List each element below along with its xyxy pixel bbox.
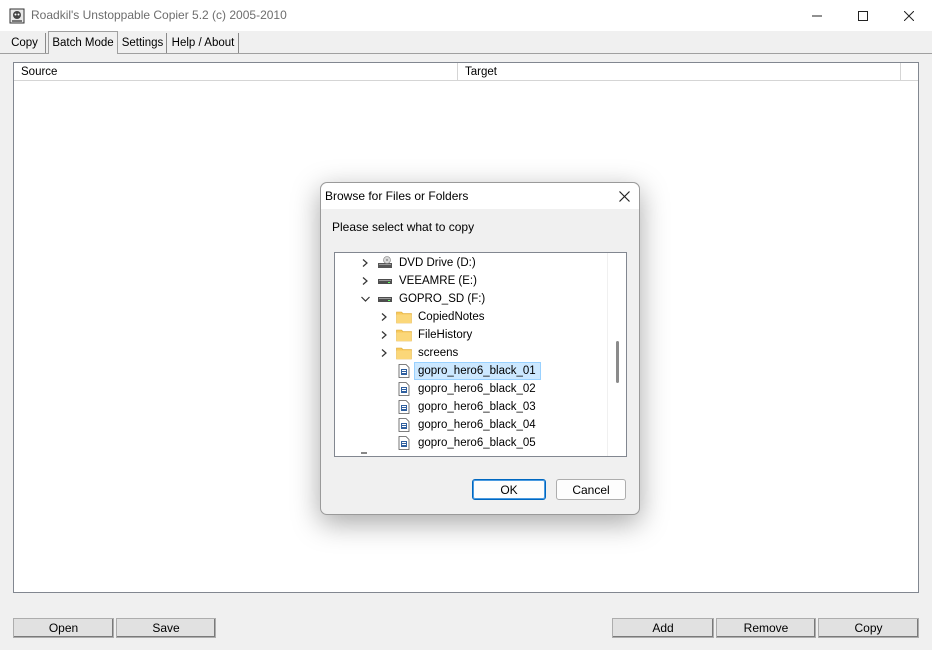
minimize-icon [812,15,822,16]
column-header-target[interactable]: Target [458,63,901,81]
tab-label: Help / About [171,37,235,49]
chevron-down-icon[interactable] [359,293,371,305]
button-label: OK [500,482,518,497]
tree-item-gopro-sd[interactable]: GOPRO_SD (F:) [359,290,490,308]
folder-tree[interactable]: DVD Drive (D:) VEEAMRE (E:) GOPRO_SD (F:… [334,252,627,457]
tree-item-label-wrap: FileHistory [414,326,477,344]
tree-item-label-wrap: gopro_hero6_black_02 [414,380,541,398]
dialog-title-bar: Browse for Files or Folders [321,183,639,209]
tab-copy[interactable]: Copy [4,33,46,53]
tree-scrollbar-thumb[interactable] [616,341,619,383]
column-header-label: Target [465,65,497,78]
folder-icon [396,328,412,342]
app-icon [9,8,25,24]
folder-icon [396,310,412,324]
tree-item-gopro-hero6-black-05[interactable]: gopro_hero6_black_05 [396,434,541,452]
tab-batch-mode[interactable]: Batch Mode [48,31,118,54]
save-button[interactable]: Save [116,618,216,638]
open-button[interactable]: Open [13,618,114,638]
file-icon [396,418,412,432]
browse-dialog: Browse for Files or Folders Please selec… [320,182,640,515]
file-icon [396,364,412,378]
tree-item-label-wrap: GOPRO_SD (F:) [395,290,490,308]
drive-icon [377,292,393,306]
chevron-right-icon[interactable] [378,311,390,323]
column-header-filler [901,63,918,81]
cancel-button[interactable]: Cancel [556,479,626,500]
tree-item-partial [361,452,367,454]
chevron-right-icon[interactable] [378,347,390,359]
button-label: Open [48,621,79,635]
tree-item-label-wrap: gopro_hero6_black_01 [414,362,541,380]
tree-item-label: CopiedNotes [418,311,485,323]
tree-item-dvd-drive[interactable]: DVD Drive (D:) [359,254,481,272]
tab-settings[interactable]: Settings [119,33,167,53]
tree-item-label-wrap: DVD Drive (D:) [395,254,481,272]
tree-item-label-wrap: gopro_hero6_black_05 [414,434,541,452]
tree-item-filehistory[interactable]: FileHistory [378,326,477,344]
remove-button[interactable]: Remove [716,618,816,638]
close-icon [904,10,914,21]
maximize-icon [858,10,868,21]
tree-item-label: gopro_hero6_black_01 [418,365,536,377]
column-header-label: Source [21,65,58,78]
folder-icon [396,346,412,360]
button-label: Add [652,621,674,635]
maximize-button[interactable] [840,0,886,31]
title-bar: Roadkil's Unstoppable Copier 5.2 (c) 200… [0,0,932,31]
drive-icon [377,274,393,288]
button-label: Remove [743,621,789,635]
tree-item-label-wrap: gopro_hero6_black_04 [414,416,541,434]
tree-item-veeamre[interactable]: VEEAMRE (E:) [359,272,482,290]
tree-item-label-wrap: gopro_hero6_black_03 [414,398,541,416]
button-label: Cancel [572,482,610,497]
tree-item-gopro-hero6-black-04[interactable]: gopro_hero6_black_04 [396,416,541,434]
file-icon [396,436,412,450]
tree-item-label-wrap: screens [414,344,463,362]
minimize-button[interactable] [794,0,840,31]
close-button[interactable] [886,0,932,31]
column-header-source[interactable]: Source [14,63,458,81]
tree-item-label: gopro_hero6_black_04 [418,419,536,431]
file-icon [396,382,412,396]
button-label: Copy [854,621,883,635]
chevron-right-icon[interactable] [378,329,390,341]
tree-item-label: VEEAMRE (E:) [399,275,477,287]
tree-item-label-wrap: VEEAMRE (E:) [395,272,482,290]
tree-item-label-wrap: CopiedNotes [414,308,489,326]
tree-item-label: DVD Drive (D:) [399,257,476,269]
tree-item-label: gopro_hero6_black_02 [418,383,536,395]
tree-item-gopro-hero6-black-01[interactable]: gopro_hero6_black_01 [396,362,541,380]
window-title: Roadkil's Unstoppable Copier 5.2 (c) 200… [31,8,287,22]
button-label: Save [152,621,180,635]
dialog-close-button[interactable] [611,185,637,207]
chevron-right-icon[interactable] [359,257,371,269]
dvd-drive-icon [377,256,393,270]
file-icon [396,400,412,414]
dialog-title: Browse for Files or Folders [325,189,469,203]
dialog-prompt: Please select what to copy [332,220,475,234]
tree-item-copiednotes[interactable]: CopiedNotes [378,308,489,326]
add-button[interactable]: Add [612,618,714,638]
tree-item-label: gopro_hero6_black_03 [418,401,536,413]
tree-item-label: GOPRO_SD (F:) [399,293,486,305]
tab-help-about[interactable]: Help / About [168,33,239,53]
tree-item-label: screens [418,347,459,359]
close-icon [618,190,630,202]
tab-label: Copy [11,37,38,49]
chevron-right-icon[interactable] [359,275,371,287]
tree-item-label: gopro_hero6_black_05 [418,437,536,449]
tree-item-gopro-hero6-black-03[interactable]: gopro_hero6_black_03 [396,398,541,416]
ok-button[interactable]: OK [472,479,546,500]
tree-item-gopro-hero6-black-02[interactable]: gopro_hero6_black_02 [396,380,541,398]
tab-label: Batch Mode [52,37,114,49]
tab-label: Settings [121,37,164,49]
copy-button[interactable]: Copy [818,618,919,638]
tree-item-screens[interactable]: screens [378,344,463,362]
tab-strip-border [0,53,932,54]
tree-item-label: FileHistory [418,329,473,341]
